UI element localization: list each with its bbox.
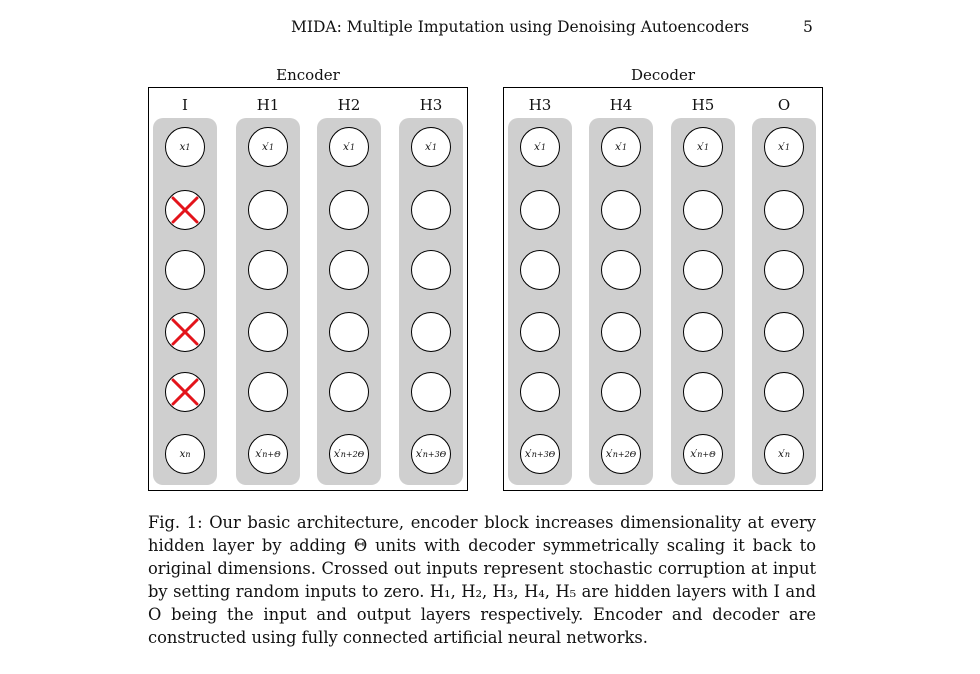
neuron-node [248,190,288,230]
encoder-layer-label-h1: H1 [256,96,280,114]
node-subscript: 1 [431,142,438,152]
corrupted-input-node [165,190,205,230]
neuron-node [248,372,288,412]
node-subscript: n [185,449,191,459]
encoder-layer-label-h3: H3 [419,96,443,114]
decoder-layer-label-h4: H4 [609,96,633,114]
encoder-layer-column [399,118,463,485]
neuron-node: x ′ n+Θ [248,434,288,474]
node-subscript: n+Θ [262,449,281,459]
neuron-node [411,372,451,412]
neuron-node [764,250,804,290]
neuron-node: x ′ n+Θ [683,434,723,474]
encoder-layer-label-h2: H2 [337,96,361,114]
figure-caption: Fig. 1: Our basic architecture, encoder … [148,511,816,649]
neuron-node: xn [165,434,205,474]
node-subscript: 1 [185,142,191,152]
decoder-layer-label-o: O [777,96,791,114]
corrupted-input-node [165,312,205,352]
neuron-node [601,250,641,290]
node-subscript: 1 [540,142,547,152]
decoder-layer-column [671,118,735,485]
neuron-node [411,250,451,290]
neuron-node [329,250,369,290]
neuron-node: x ′ n+3Θ [520,434,560,474]
neuron-node [248,312,288,352]
neuron-node [411,312,451,352]
neuron-node [329,312,369,352]
neuron-node: x ′ 1 [601,127,641,167]
neuron-node [683,312,723,352]
encoder-layer-column [153,118,217,485]
encoder-layer-label-i: I [182,96,188,114]
node-subscript: n+Θ [697,449,716,459]
node-subscript: 1 [621,142,628,152]
red-cross-icon [171,378,199,406]
node-subscript: 1 [784,142,791,152]
decoder-title: Decoder [631,66,695,84]
encoder-layer-column [317,118,381,485]
corrupted-input-node [165,372,205,412]
neuron-node [601,372,641,412]
neuron-node: x ′ 1 [764,127,804,167]
neuron-node: x ′ n+2Θ [601,434,641,474]
neuron-node: x ′ n+2Θ [329,434,369,474]
neuron-node [683,372,723,412]
neuron-node [329,372,369,412]
neuron-node [411,190,451,230]
neuron-node [165,250,205,290]
decoder-layer-label-h5: H5 [691,96,715,114]
neuron-node [764,312,804,352]
neuron-node: x ′ 1 [329,127,369,167]
node-subscript: n+2Θ [340,449,365,459]
node-subscript: 1 [703,142,710,152]
neuron-node [520,190,560,230]
neuron-node [520,312,560,352]
red-cross-icon [171,318,199,346]
decoder-layer-column [508,118,572,485]
node-subscript: 1 [268,142,275,152]
neuron-node [520,372,560,412]
neuron-node: x ′ 1 [411,127,451,167]
node-subscript: n+3Θ [422,449,447,459]
neuron-node: x1 [165,127,205,167]
node-subscript: n [784,449,791,459]
neuron-node: x ′ 1 [683,127,723,167]
neuron-node [601,312,641,352]
neuron-node [683,190,723,230]
encoder-layer-column [236,118,300,485]
node-subscript: n+3Θ [531,449,556,459]
decoder-layer-label-h3: H3 [528,96,552,114]
encoder-title: Encoder [276,66,340,84]
neuron-node [683,250,723,290]
neuron-node [601,190,641,230]
architecture-figure: Encoder Ix 1 x n H1 x ′ 1 x ′ n+Θ H2 x ′ 1 x ′ n+2Θ H3 x ′ 1 x ′… [0,0,980,500]
neuron-node: x ′ n [764,434,804,474]
neuron-node [764,372,804,412]
decoder-layer-column [589,118,653,485]
neuron-node: x ′ 1 [248,127,288,167]
neuron-node [520,250,560,290]
caption-text: Fig. 1: Our basic architecture, encoder … [148,513,816,647]
neuron-node [248,250,288,290]
neuron-node: x ′ n+3Θ [411,434,451,474]
neuron-node [764,190,804,230]
node-subscript: n+2Θ [612,449,637,459]
red-cross-icon [171,196,199,224]
decoder-layer-column [752,118,816,485]
neuron-node: x ′ 1 [520,127,560,167]
neuron-node [329,190,369,230]
node-subscript: 1 [349,142,356,152]
